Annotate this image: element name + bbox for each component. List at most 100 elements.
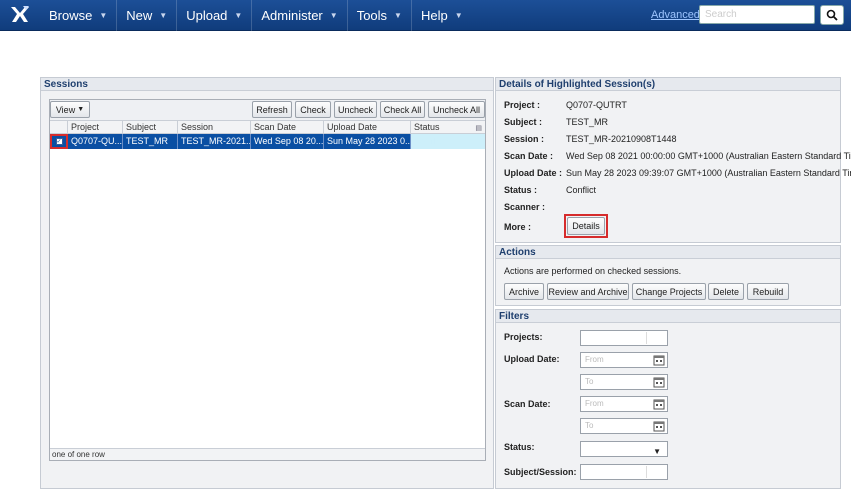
cell-session: TEST_MR-2021... — [178, 134, 251, 149]
chevron-down-icon: ▼ — [454, 11, 463, 20]
input-divider — [646, 332, 647, 344]
scan-date-to-input[interactable]: To — [580, 418, 668, 434]
chevron-down-icon: ▼ — [99, 11, 108, 20]
column-header-status[interactable]: Status ▤ — [411, 121, 485, 133]
projects-filter-input[interactable] — [580, 330, 668, 346]
calendar-icon[interactable] — [653, 376, 665, 388]
sessions-grid: View ▼ Refresh Check Uncheck Check All U… — [49, 99, 486, 461]
actions-panel: Actions Actions are performed on checked… — [495, 245, 841, 306]
column-header-project[interactable]: Project — [68, 121, 123, 133]
column-header-scan-date[interactable]: Scan Date — [251, 121, 324, 133]
detail-label: More : — [504, 222, 531, 232]
calendar-icon[interactable] — [653, 420, 665, 432]
column-header-select[interactable] — [50, 121, 68, 133]
menu-help[interactable]: Help ▼ — [412, 0, 472, 31]
detail-value: Q0707-QUTRT — [566, 100, 627, 110]
calendar-icon[interactable] — [653, 398, 665, 410]
menu-administer-label: Administer — [261, 8, 323, 23]
calendar-icon[interactable] — [653, 354, 665, 366]
projects-filter-label: Projects: — [504, 332, 543, 342]
upload-date-to-placeholder: To — [585, 377, 594, 386]
cell-subject: TEST_MR — [123, 134, 178, 149]
chevron-down-icon: ▼ — [159, 11, 168, 20]
detail-value: Wed Sep 08 2021 00:00:00 GMT+1000 (Austr… — [566, 151, 851, 161]
search-button[interactable] — [820, 5, 844, 25]
detail-label: Upload Date : — [504, 168, 563, 178]
menu-new[interactable]: New ▼ — [117, 0, 178, 31]
change-projects-button[interactable]: Change Projects — [632, 283, 706, 300]
status-filter-label: Status: — [504, 442, 535, 452]
scan-date-to-placeholder: To — [585, 421, 594, 430]
sessions-grid-toolbar: View ▼ Refresh Check Uncheck Check All U… — [50, 100, 485, 121]
actions-note: Actions are performed on checked session… — [504, 266, 682, 276]
refresh-button[interactable]: Refresh — [252, 101, 292, 118]
detail-label: Scanner : — [504, 202, 546, 212]
filters-panel: Filters Projects: Upload Date: From To S… — [495, 309, 841, 489]
uncheck-all-button[interactable]: Uncheck All — [428, 101, 485, 118]
table-row[interactable]: ✓ Q0707-QU... TEST_MR TEST_MR-2021... We… — [50, 134, 485, 149]
upload-date-from-input[interactable]: From — [580, 352, 668, 368]
menu-tools[interactable]: Tools ▼ — [348, 0, 412, 31]
uncheck-button[interactable]: Uncheck — [334, 101, 377, 118]
detail-label: Project : — [504, 100, 541, 110]
upload-date-filter-label: Upload Date: — [504, 354, 560, 364]
cell-scan-date: Wed Sep 08 20... — [251, 134, 324, 149]
delete-button[interactable]: Delete — [708, 283, 744, 300]
advanced-search-link[interactable]: Advanced — [651, 9, 700, 21]
rebuild-button[interactable]: Rebuild — [747, 283, 789, 300]
details-button[interactable]: Details — [567, 217, 605, 235]
xnat-logo-icon[interactable] — [9, 4, 31, 26]
check-all-button[interactable]: Check All — [380, 101, 425, 118]
view-dropdown-label: View — [55, 104, 76, 115]
chevron-down-icon: ▼ — [234, 11, 243, 20]
scan-date-from-placeholder: From — [585, 399, 604, 408]
upload-date-to-input[interactable]: To — [580, 374, 668, 390]
details-panel-title: Details of Highlighted Session(s) — [496, 78, 840, 91]
details-button-highlight: Details — [564, 214, 608, 238]
scan-date-filter-label: Scan Date: — [504, 399, 551, 409]
column-header-upload-date[interactable]: Upload Date — [324, 121, 411, 133]
review-and-archive-button[interactable]: Review and Archive — [547, 283, 629, 300]
top-navigation-bar: Browse ▼ New ▼ Upload ▼ Administer ▼ Tools ▼ … — [0, 0, 851, 31]
main-menu: Browse ▼ New ▼ Upload ▼ Administer ▼ Tools ▼ … — [40, 0, 472, 31]
chevron-down-icon: ▼ — [394, 11, 402, 20]
row-checkbox[interactable]: ✓ — [55, 138, 63, 145]
search-icon — [826, 9, 838, 21]
archive-button[interactable]: Archive — [504, 283, 544, 300]
status-filter-select[interactable]: ▼ — [580, 441, 668, 457]
row-checkbox-cell[interactable]: ✓ — [50, 134, 68, 149]
actions-panel-title: Actions — [496, 246, 840, 259]
detail-label: Subject : — [504, 117, 543, 127]
scan-date-from-input[interactable]: From — [580, 396, 668, 412]
column-header-status-label: Status — [414, 122, 440, 132]
detail-label: Status : — [504, 185, 538, 195]
subject-session-filter-label: Subject/Session: — [504, 467, 577, 477]
column-header-subject[interactable]: Subject — [123, 121, 178, 133]
detail-value: Sun May 28 2023 09:39:07 GMT+1000 (Austr… — [566, 168, 851, 178]
session-details-panel: Details of Highlighted Session(s) Projec… — [495, 77, 851, 243]
subject-session-filter-input[interactable] — [580, 464, 668, 480]
cell-upload-date: Sun May 28 2023 0... — [324, 134, 411, 149]
search-input[interactable] — [699, 5, 815, 24]
detail-value: Conflict — [566, 185, 597, 195]
chevron-down-icon: ▼ — [329, 11, 338, 20]
cell-status: Conflict — [411, 134, 485, 149]
menu-tools-label: Tools — [356, 8, 388, 23]
grid-footer-row-count: one of one row — [50, 448, 485, 460]
sessions-grid-header: Project Subject Session Scan Date Upload… — [50, 121, 485, 134]
view-dropdown-button[interactable]: View ▼ — [50, 101, 90, 118]
menu-browse-label: Browse — [49, 8, 93, 23]
upload-date-from-placeholder: From — [585, 355, 604, 364]
menu-administer[interactable]: Administer ▼ — [252, 0, 348, 31]
menu-upload[interactable]: Upload ▼ — [177, 0, 253, 31]
column-header-session[interactable]: Session — [178, 121, 251, 133]
detail-value: TEST_MR-20210908T1448 — [566, 134, 677, 144]
check-button[interactable]: Check — [295, 101, 331, 118]
sessions-panel: Sessions View ▼ Refresh Check Uncheck Ch… — [40, 77, 494, 489]
column-menu-icon[interactable]: ▤ — [475, 123, 482, 133]
input-divider — [646, 466, 647, 478]
menu-browse[interactable]: Browse ▼ — [40, 0, 118, 31]
detail-label: Scan Date : — [504, 151, 554, 161]
detail-value: TEST_MR — [566, 117, 609, 127]
chevron-down-icon: ▼ — [77, 106, 85, 113]
